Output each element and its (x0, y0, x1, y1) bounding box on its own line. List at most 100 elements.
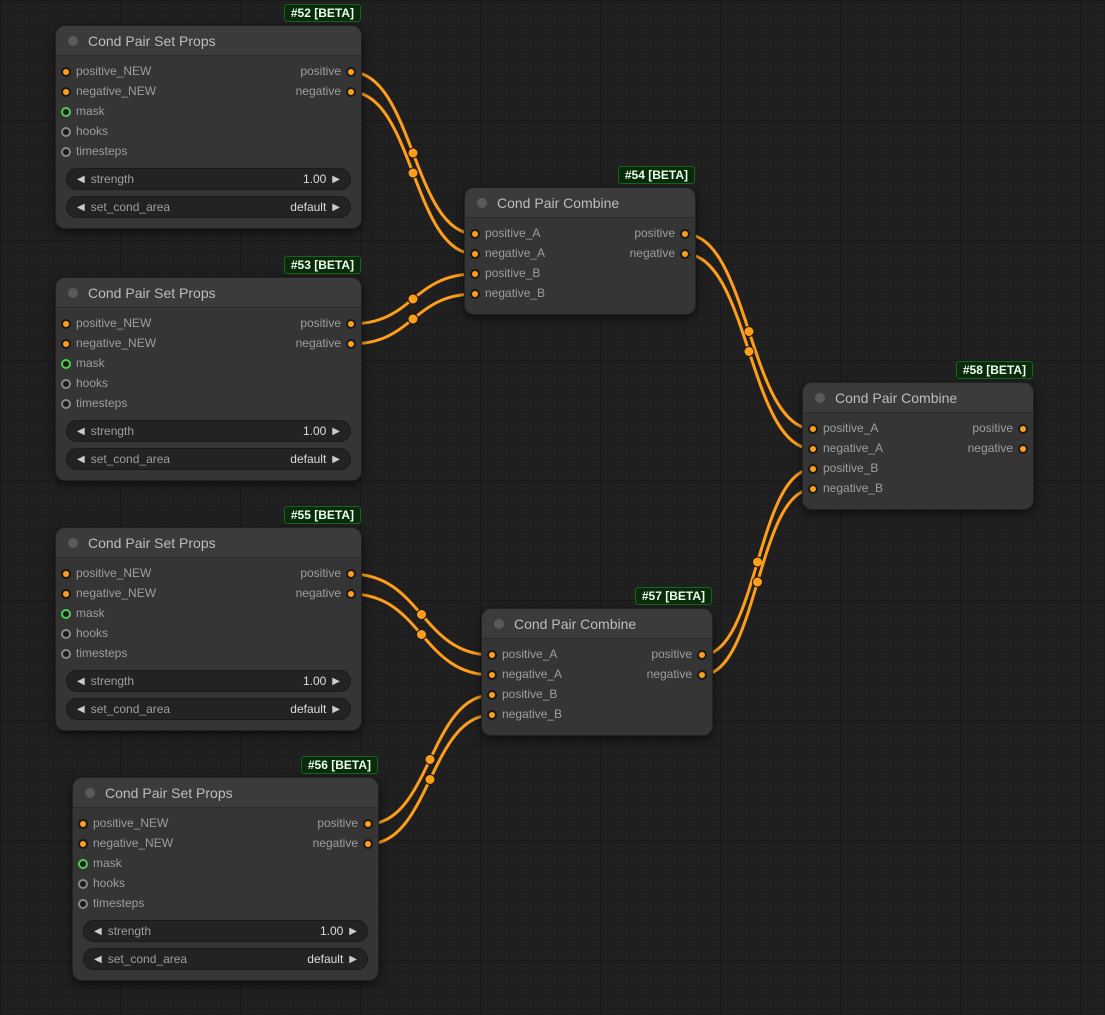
port-in-mask[interactable] (61, 107, 71, 117)
port-out-positive[interactable] (680, 229, 690, 239)
increment-arrow-icon[interactable]: ▶ (328, 676, 344, 687)
input-label: negative_NEW (76, 336, 156, 350)
port-out-negative[interactable] (680, 249, 690, 259)
port-in-timesteps[interactable] (78, 899, 88, 909)
port-out-positive[interactable] (346, 569, 356, 579)
port-out-negative[interactable] (363, 839, 373, 849)
collapse-dot-icon[interactable] (85, 788, 95, 798)
widget-label: set_cond_area (108, 952, 187, 966)
port-in-hooks[interactable] (78, 879, 88, 889)
port-in-positive-b[interactable] (470, 269, 480, 279)
port-in-negative-b[interactable] (487, 710, 497, 720)
node-cond-pair-set-props[interactable]: #53 [BETA] Cond Pair Set Props positive_… (55, 277, 362, 481)
port-out-positive[interactable] (346, 67, 356, 77)
collapse-dot-icon[interactable] (477, 198, 487, 208)
port-out-positive[interactable] (1018, 424, 1028, 434)
decrement-arrow-icon[interactable]: ◀ (73, 426, 89, 437)
increment-arrow-icon[interactable]: ▶ (328, 704, 344, 715)
widget-strength[interactable]: ◀strength1.00▶ (66, 670, 351, 692)
port-in-mask[interactable] (61, 609, 71, 619)
port-out-positive[interactable] (697, 650, 707, 660)
node-badge: #58 [BETA] (956, 361, 1033, 379)
port-in-positive-b[interactable] (808, 464, 818, 474)
node-title: Cond Pair Combine (835, 390, 957, 406)
node-title-bar[interactable]: Cond Pair Combine (465, 188, 695, 218)
widget-set-cond-area[interactable]: ◀set_cond_areadefault▶ (66, 448, 351, 470)
node-cond-pair-combine[interactable]: #57 [BETA] Cond Pair Combine positive_Ap… (481, 608, 713, 736)
decrement-arrow-icon[interactable]: ◀ (73, 174, 89, 185)
widget-strength[interactable]: ◀strength1.00▶ (66, 420, 351, 442)
port-out-positive[interactable] (346, 319, 356, 329)
input-label: negative_NEW (76, 84, 156, 98)
port-in-timesteps[interactable] (61, 147, 71, 157)
port-out-negative[interactable] (346, 589, 356, 599)
increment-arrow-icon[interactable]: ▶ (345, 926, 361, 937)
input-label: negative_NEW (93, 836, 173, 850)
input-label: negative_NEW (76, 586, 156, 600)
port-out-positive[interactable] (363, 819, 373, 829)
port-in-negative-new[interactable] (61, 339, 71, 349)
collapse-dot-icon[interactable] (68, 288, 78, 298)
port-in-hooks[interactable] (61, 629, 71, 639)
decrement-arrow-icon[interactable]: ◀ (73, 202, 89, 213)
node-title-bar[interactable]: Cond Pair Set Props (73, 778, 378, 808)
port-in-mask[interactable] (78, 859, 88, 869)
increment-arrow-icon[interactable]: ▶ (345, 954, 361, 965)
node-cond-pair-combine[interactable]: #58 [BETA] Cond Pair Combine positive_Ap… (802, 382, 1034, 510)
port-in-negative-b[interactable] (808, 484, 818, 494)
decrement-arrow-icon[interactable]: ◀ (73, 676, 89, 687)
collapse-dot-icon[interactable] (815, 393, 825, 403)
widget-set-cond-area[interactable]: ◀set_cond_areadefault▶ (83, 948, 368, 970)
widget-set-cond-area[interactable]: ◀set_cond_areadefault▶ (66, 698, 351, 720)
input-label: negative_B (485, 286, 545, 300)
decrement-arrow-icon[interactable]: ◀ (90, 954, 106, 965)
decrement-arrow-icon[interactable]: ◀ (73, 704, 89, 715)
port-in-negative-a[interactable] (487, 670, 497, 680)
port-in-negative-b[interactable] (470, 289, 480, 299)
increment-arrow-icon[interactable]: ▶ (328, 174, 344, 185)
collapse-dot-icon[interactable] (68, 538, 78, 548)
increment-arrow-icon[interactable]: ▶ (328, 426, 344, 437)
node-title-bar[interactable]: Cond Pair Set Props (56, 278, 361, 308)
widget-strength[interactable]: ◀ strength 1.00 ▶ (66, 168, 351, 190)
port-in-positive-new[interactable] (61, 67, 71, 77)
port-in-timesteps[interactable] (61, 649, 71, 659)
node-title-bar[interactable]: Cond Pair Set Props (56, 26, 361, 56)
decrement-arrow-icon[interactable]: ◀ (90, 926, 106, 937)
port-in-hooks[interactable] (61, 379, 71, 389)
port-in-hooks[interactable] (61, 127, 71, 137)
port-in-positive-a[interactable] (470, 229, 480, 239)
port-out-negative[interactable] (697, 670, 707, 680)
port-in-negative-a[interactable] (808, 444, 818, 454)
node-cond-pair-combine[interactable]: #54 [BETA] Cond Pair Combine positive_Ap… (464, 187, 696, 315)
port-in-negative-new[interactable] (78, 839, 88, 849)
node-cond-pair-set-props[interactable]: #55 [BETA] Cond Pair Set Props positive_… (55, 527, 362, 731)
port-in-positive-a[interactable] (487, 650, 497, 660)
port-in-positive-b[interactable] (487, 690, 497, 700)
node-cond-pair-set-props[interactable]: #52 [BETA] Cond Pair Set Props positive_… (55, 25, 362, 229)
node-title-bar[interactable]: Cond Pair Set Props (56, 528, 361, 558)
port-in-positive-new[interactable] (61, 319, 71, 329)
port-out-negative[interactable] (1018, 444, 1028, 454)
decrement-arrow-icon[interactable]: ◀ (73, 454, 89, 465)
node-title-bar[interactable]: Cond Pair Combine (803, 383, 1033, 413)
port-in-positive-new[interactable] (61, 569, 71, 579)
increment-arrow-icon[interactable]: ▶ (328, 454, 344, 465)
port-out-negative[interactable] (346, 87, 356, 97)
port-in-positive-a[interactable] (808, 424, 818, 434)
node-cond-pair-set-props[interactable]: #56 [BETA] Cond Pair Set Props positive_… (72, 777, 379, 981)
widget-set-cond-area[interactable]: ◀ set_cond_area default ▶ (66, 196, 351, 218)
port-in-timesteps[interactable] (61, 399, 71, 409)
port-in-mask[interactable] (61, 359, 71, 369)
port-in-negative-a[interactable] (470, 249, 480, 259)
port-out-negative[interactable] (346, 339, 356, 349)
collapse-dot-icon[interactable] (494, 619, 504, 629)
node-title: Cond Pair Combine (514, 616, 636, 632)
node-title-bar[interactable]: Cond Pair Combine (482, 609, 712, 639)
widget-strength[interactable]: ◀strength1.00▶ (83, 920, 368, 942)
collapse-dot-icon[interactable] (68, 36, 78, 46)
port-in-positive-new[interactable] (78, 819, 88, 829)
increment-arrow-icon[interactable]: ▶ (328, 202, 344, 213)
port-in-negative-new[interactable] (61, 87, 71, 97)
port-in-negative-new[interactable] (61, 589, 71, 599)
